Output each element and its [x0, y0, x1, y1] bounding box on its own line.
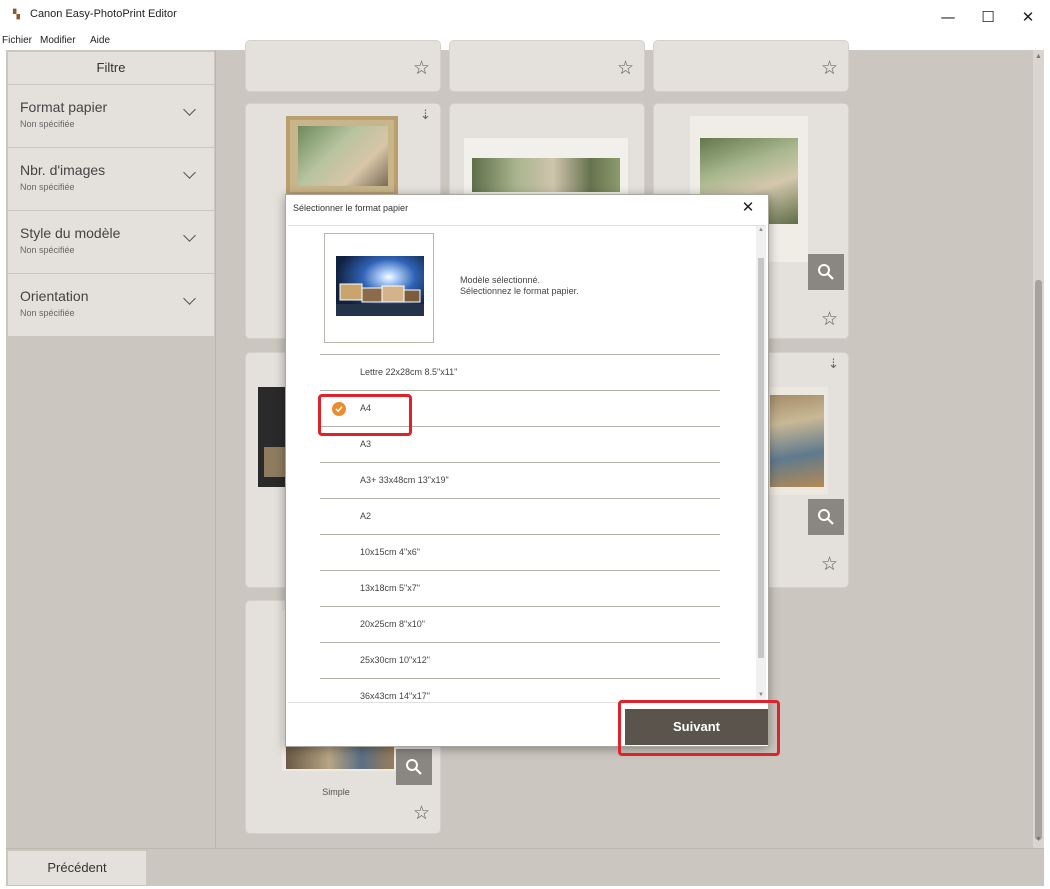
gallery-scrollbar[interactable]: ▲ ▼ — [1033, 50, 1044, 848]
paper-size-label: 20x25cm 8"x10" — [360, 619, 425, 629]
filter-value: Non spécifiée — [20, 308, 75, 318]
menu-fichier[interactable]: Fichier — [2, 34, 32, 48]
template-card[interactable]: ☆ — [449, 40, 645, 92]
star-icon[interactable]: ☆ — [413, 59, 430, 78]
star-icon[interactable]: ☆ — [617, 59, 634, 78]
zoom-button[interactable] — [808, 254, 844, 290]
chevron-down-icon — [183, 292, 196, 305]
menu-modifier[interactable]: Modifier — [40, 34, 76, 48]
paper-size-option[interactable]: 20x25cm 8"x10" — [320, 606, 720, 642]
dialog-scrollbar-thumb[interactable] — [758, 258, 764, 658]
template-card[interactable]: ☆ — [245, 40, 441, 92]
paper-size-label: A2 — [360, 511, 372, 521]
selected-template-preview — [324, 233, 434, 343]
zoom-button[interactable] — [396, 749, 432, 785]
star-icon[interactable]: ☆ — [821, 555, 838, 574]
star-icon[interactable]: ☆ — [821, 310, 838, 329]
filter-sidebar: Filtre Format papier Non spécifiée Nbr. … — [6, 50, 216, 848]
highlight-next-button — [618, 700, 780, 756]
paper-size-label: A3 — [360, 439, 372, 449]
template-thumbnail — [464, 138, 628, 198]
paper-size-option[interactable]: Lettre 22x28cm 8.5"x11" — [320, 354, 720, 390]
template-thumbnail — [286, 116, 398, 196]
cloud-download-icon: ⇣ — [828, 357, 839, 372]
app-logo-icon: ▚ — [13, 10, 20, 20]
chevron-down-icon — [183, 229, 196, 242]
dialog-close-button[interactable]: ✕ — [738, 197, 758, 217]
filter-value: Non spécifiée — [20, 245, 75, 255]
dialog-message: Modèle sélectionné. — [460, 275, 541, 285]
paper-size-option[interactable]: 13x18cm 5"x7" — [320, 570, 720, 606]
filter-value: Non spécifiée — [20, 182, 75, 192]
highlight-a4-option — [318, 394, 412, 436]
star-icon[interactable]: ☆ — [821, 59, 838, 78]
maximize-button[interactable]: ☐ — [970, 4, 1006, 30]
paper-size-dialog: Sélectionner le format papier ✕ Modèle s… — [285, 194, 769, 747]
filter-header: Filtre — [8, 52, 214, 84]
filter-orientation[interactable]: Orientation Non spécifiée — [8, 274, 214, 336]
paper-size-label: 36x43cm 14"x17" — [360, 691, 430, 701]
window-title: Canon Easy-PhotoPrint Editor — [30, 8, 177, 20]
template-thumbnail — [766, 387, 828, 495]
scroll-up-icon[interactable]: ▲ — [758, 227, 764, 233]
filter-paper-size[interactable]: Format papier Non spécifiée — [8, 85, 214, 147]
template-card[interactable]: ☆ — [653, 40, 849, 92]
paper-size-option[interactable]: 10x15cm 4"x6" — [320, 534, 720, 570]
paper-size-option[interactable]: 25x30cm 10"x12" — [320, 642, 720, 678]
paper-size-option[interactable]: A3+ 33x48cm 13"x19" — [320, 462, 720, 498]
close-window-button[interactable]: ✕ — [1010, 4, 1046, 30]
dialog-instruction: Sélectionnez le format papier. — [460, 286, 579, 296]
template-preview-image — [336, 256, 424, 316]
filter-value: Non spécifiée — [20, 119, 75, 129]
filter-label: Format papier — [20, 99, 108, 115]
paper-size-label: 10x15cm 4"x6" — [360, 547, 420, 557]
minimize-button[interactable]: — — [930, 4, 966, 30]
chevron-down-icon — [183, 166, 196, 179]
paper-size-label: 25x30cm 10"x12" — [360, 655, 430, 665]
dialog-title: Sélectionner le format papier — [293, 203, 409, 213]
search-icon — [818, 264, 834, 280]
filter-label: Style du modèle — [20, 225, 121, 241]
scrollbar-thumb[interactable] — [1035, 280, 1042, 840]
scroll-down-icon[interactable]: ▼ — [758, 692, 764, 698]
zoom-button[interactable] — [808, 499, 844, 535]
filter-label: Nbr. d'images — [20, 162, 106, 178]
bottom-bar: Précédent — [6, 848, 1044, 886]
filter-image-count[interactable]: Nbr. d'images Non spécifiée — [8, 148, 214, 210]
paper-size-option[interactable]: A2 — [320, 498, 720, 534]
title-bar: ▚ Canon Easy-PhotoPrint Editor — ☐ ✕ — [0, 0, 1050, 34]
search-icon — [406, 759, 422, 775]
previous-button[interactable]: Précédent — [8, 851, 146, 885]
paper-size-label: 13x18cm 5"x7" — [360, 583, 420, 593]
menu-aide[interactable]: Aide — [90, 34, 110, 48]
chevron-down-icon — [183, 103, 196, 116]
filter-template-style[interactable]: Style du modèle Non spécifiée — [8, 211, 214, 273]
star-icon[interactable]: ☆ — [413, 804, 430, 823]
search-icon — [818, 509, 834, 525]
dialog-body: Modèle sélectionné. Sélectionnez le form… — [288, 225, 766, 701]
paper-size-option[interactable]: 36x43cm 14"x17" — [320, 678, 720, 701]
dialog-scrollbar[interactable]: ▲ ▼ — [756, 226, 766, 701]
paper-size-label: A3+ 33x48cm 13"x19" — [360, 475, 449, 485]
filter-label: Orientation — [20, 288, 89, 304]
scroll-down-icon[interactable]: ▼ — [1035, 836, 1042, 843]
cloud-download-icon: ⇣ — [420, 108, 431, 123]
scroll-up-icon[interactable]: ▲ — [1035, 53, 1042, 60]
paper-size-label: Lettre 22x28cm 8.5"x11" — [360, 367, 458, 377]
template-name: Simple — [322, 787, 350, 797]
